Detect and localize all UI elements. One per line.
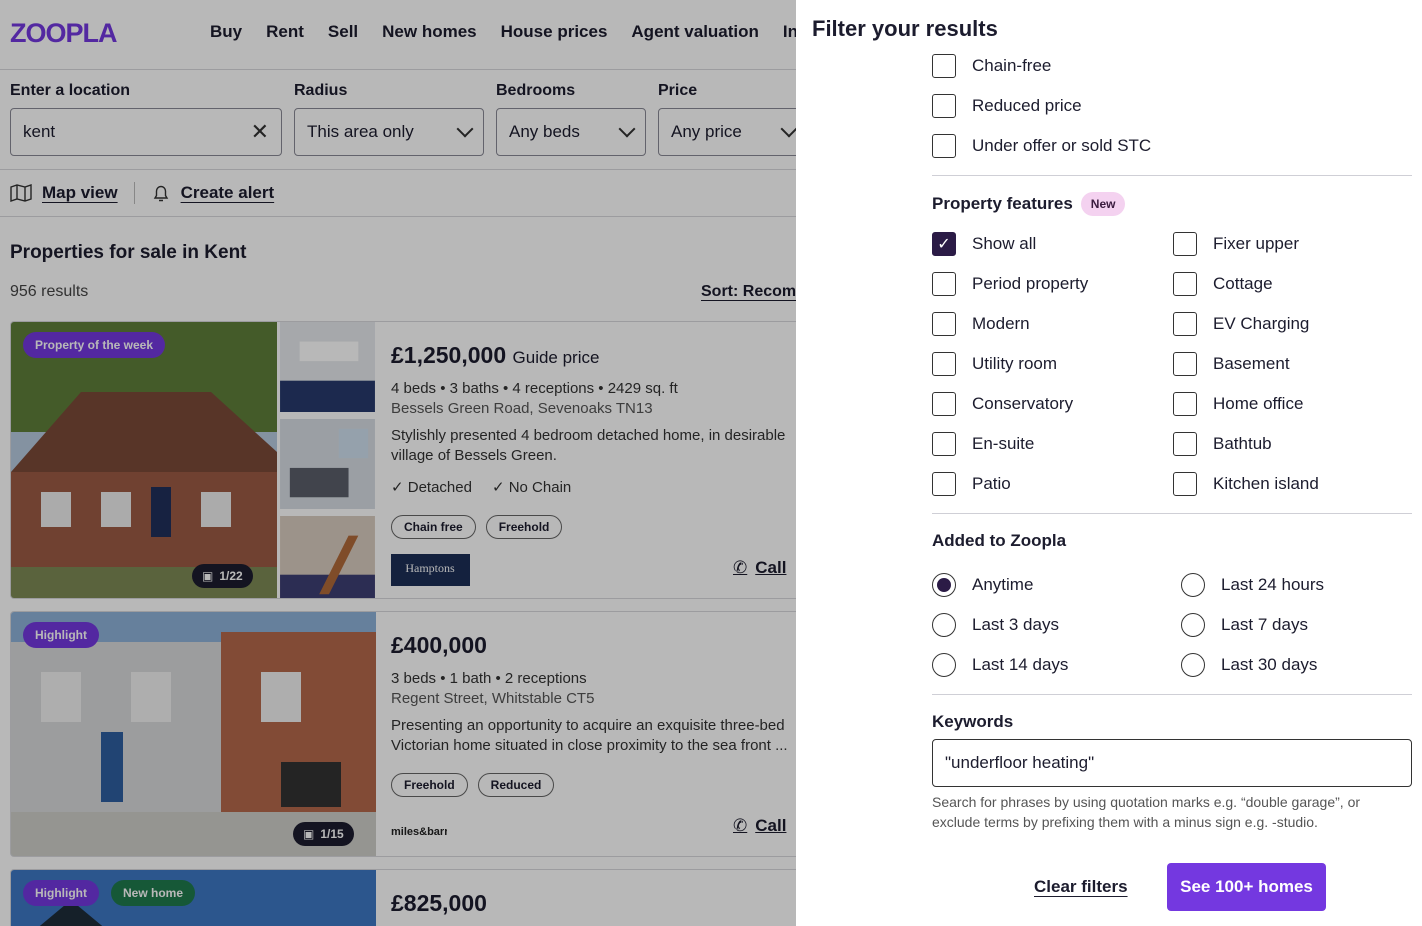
checkbox[interactable] xyxy=(1173,392,1197,416)
clear-filters-link[interactable]: Clear filters xyxy=(1034,877,1128,897)
keywords-input[interactable] xyxy=(932,739,1412,787)
added-to-zoopla-heading: Added to Zoopla xyxy=(932,531,1067,550)
feature-basement[interactable]: Basement xyxy=(1173,352,1290,376)
checkbox[interactable] xyxy=(1173,352,1197,376)
feature-modern[interactable]: Modern xyxy=(932,312,1030,336)
added-last-7-days[interactable]: Last 7 days xyxy=(1181,613,1308,637)
filter-chain-free[interactable]: Chain-free xyxy=(932,54,1051,78)
feature-bathtub[interactable]: Bathtub xyxy=(1173,432,1272,456)
feature-kitchen-island[interactable]: Kitchen island xyxy=(1173,472,1319,496)
feature-home-office[interactable]: Home office xyxy=(1173,392,1303,416)
checkbox-label: Home office xyxy=(1213,394,1304,413)
panel-title: Filter your results xyxy=(812,16,998,41)
checkbox[interactable] xyxy=(932,94,956,118)
checkbox[interactable] xyxy=(1173,312,1197,336)
checkbox-label: Under offer or sold STC xyxy=(972,136,1152,155)
checkbox-label: Conservatory xyxy=(972,394,1074,413)
feature-fixer-upper[interactable]: Fixer upper xyxy=(1173,232,1299,256)
feature-utility-room[interactable]: Utility room xyxy=(932,352,1057,376)
radio-label: Last 7 days xyxy=(1221,615,1308,634)
radio[interactable] xyxy=(1181,573,1205,597)
feature-patio[interactable]: Patio xyxy=(932,472,1011,496)
section-title: Property features xyxy=(932,194,1073,213)
radio-label: Last 30 days xyxy=(1221,655,1318,674)
feature-cottage[interactable]: Cottage xyxy=(1173,272,1273,296)
added-anytime[interactable]: Anytime xyxy=(932,573,1033,597)
checkbox-label: Patio xyxy=(972,474,1011,493)
checkbox-label: Modern xyxy=(972,314,1030,333)
checkbox-label: En-suite xyxy=(972,434,1035,453)
checkbox-label: Chain-free xyxy=(972,56,1052,75)
radio-label: Last 14 days xyxy=(972,655,1069,674)
checkbox[interactable] xyxy=(932,392,956,416)
radio[interactable] xyxy=(932,613,956,637)
checkbox[interactable] xyxy=(932,432,956,456)
checkbox-label: Bathtub xyxy=(1213,434,1272,453)
new-badge: New xyxy=(1080,192,1126,216)
checkbox[interactable] xyxy=(1173,232,1197,256)
checkbox-label: Fixer upper xyxy=(1213,234,1299,253)
section-divider xyxy=(932,513,1412,514)
checkbox-label: Kitchen island xyxy=(1213,474,1319,493)
checkbox[interactable] xyxy=(932,312,956,336)
checkbox-label: Period property xyxy=(972,274,1089,293)
checkbox-label: Basement xyxy=(1213,354,1290,373)
feature-period-property[interactable]: Period property xyxy=(932,272,1088,296)
radio-label: Anytime xyxy=(972,575,1034,594)
property-features-heading: Property features New xyxy=(932,192,1126,216)
section-divider xyxy=(932,694,1412,695)
checkbox[interactable] xyxy=(932,54,956,78)
radio[interactable] xyxy=(1181,653,1205,677)
filter-reduced-price[interactable]: Reduced price xyxy=(932,94,1082,118)
keywords-heading: Keywords xyxy=(932,712,1014,731)
checkbox[interactable] xyxy=(932,472,956,496)
added-last-30-days[interactable]: Last 30 days xyxy=(1181,653,1317,677)
added-last-3-days[interactable]: Last 3 days xyxy=(932,613,1059,637)
radio[interactable] xyxy=(932,653,956,677)
radio-dot xyxy=(937,578,951,592)
checkbox[interactable] xyxy=(932,134,956,158)
feature-en-suite[interactable]: En-suite xyxy=(932,432,1034,456)
feature-show-all[interactable]: ✓ Show all xyxy=(932,232,1036,256)
checkbox-checked[interactable]: ✓ xyxy=(932,232,956,256)
keywords-hint: Search for phrases by using quotation ma… xyxy=(932,794,1361,830)
filter-under-offer[interactable]: Under offer or sold STC xyxy=(932,134,1151,158)
section-divider xyxy=(932,175,1412,176)
checkbox-label: Reduced price xyxy=(972,96,1082,115)
checkbox-label: Cottage xyxy=(1213,274,1273,293)
checkbox[interactable] xyxy=(1173,432,1197,456)
checkbox[interactable] xyxy=(1173,472,1197,496)
checkbox-label: Utility room xyxy=(972,354,1058,373)
radio-label: Last 24 hours xyxy=(1221,575,1325,594)
radio-label: Last 3 days xyxy=(972,615,1059,634)
checkbox[interactable] xyxy=(932,352,956,376)
radio-selected[interactable] xyxy=(932,573,956,597)
checkbox-label: Show all xyxy=(972,234,1037,253)
radio[interactable] xyxy=(1181,613,1205,637)
checkbox[interactable] xyxy=(1173,272,1197,296)
feature-conservatory[interactable]: Conservatory xyxy=(932,392,1073,416)
filter-panel: Filter your results Chain-free Reduced p… xyxy=(796,0,1422,926)
feature-ev-charging[interactable]: EV Charging xyxy=(1173,312,1309,336)
checkbox-label: EV Charging xyxy=(1213,314,1310,333)
added-last-14-days[interactable]: Last 14 days xyxy=(932,653,1068,677)
added-last-24-hours[interactable]: Last 24 hours xyxy=(1181,573,1324,597)
see-homes-button[interactable]: See 100+ homes xyxy=(1167,863,1326,911)
checkbox[interactable] xyxy=(932,272,956,296)
